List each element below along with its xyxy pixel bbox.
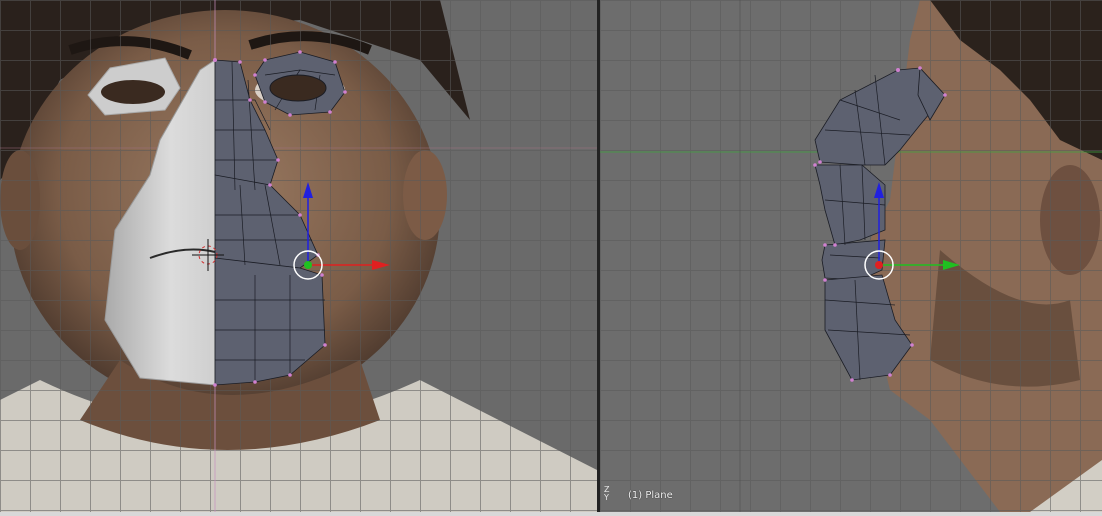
header-strip bbox=[0, 512, 1102, 516]
front-viewport[interactable] bbox=[0, 0, 597, 512]
side-mesh[interactable] bbox=[600, 0, 1102, 512]
transform-manipulator[interactable] bbox=[864, 182, 960, 280]
object-name-label: (1) Plane bbox=[628, 490, 673, 501]
side-viewport[interactable]: Z Y (1) Plane bbox=[600, 0, 1102, 512]
y-axis-label: Y bbox=[604, 493, 609, 502]
transform-manipulator[interactable] bbox=[293, 182, 390, 280]
axis-indicator: Z Y bbox=[604, 486, 609, 502]
blender-window: Z Y (1) Plane bbox=[0, 0, 1102, 516]
front-mesh[interactable] bbox=[0, 0, 597, 512]
